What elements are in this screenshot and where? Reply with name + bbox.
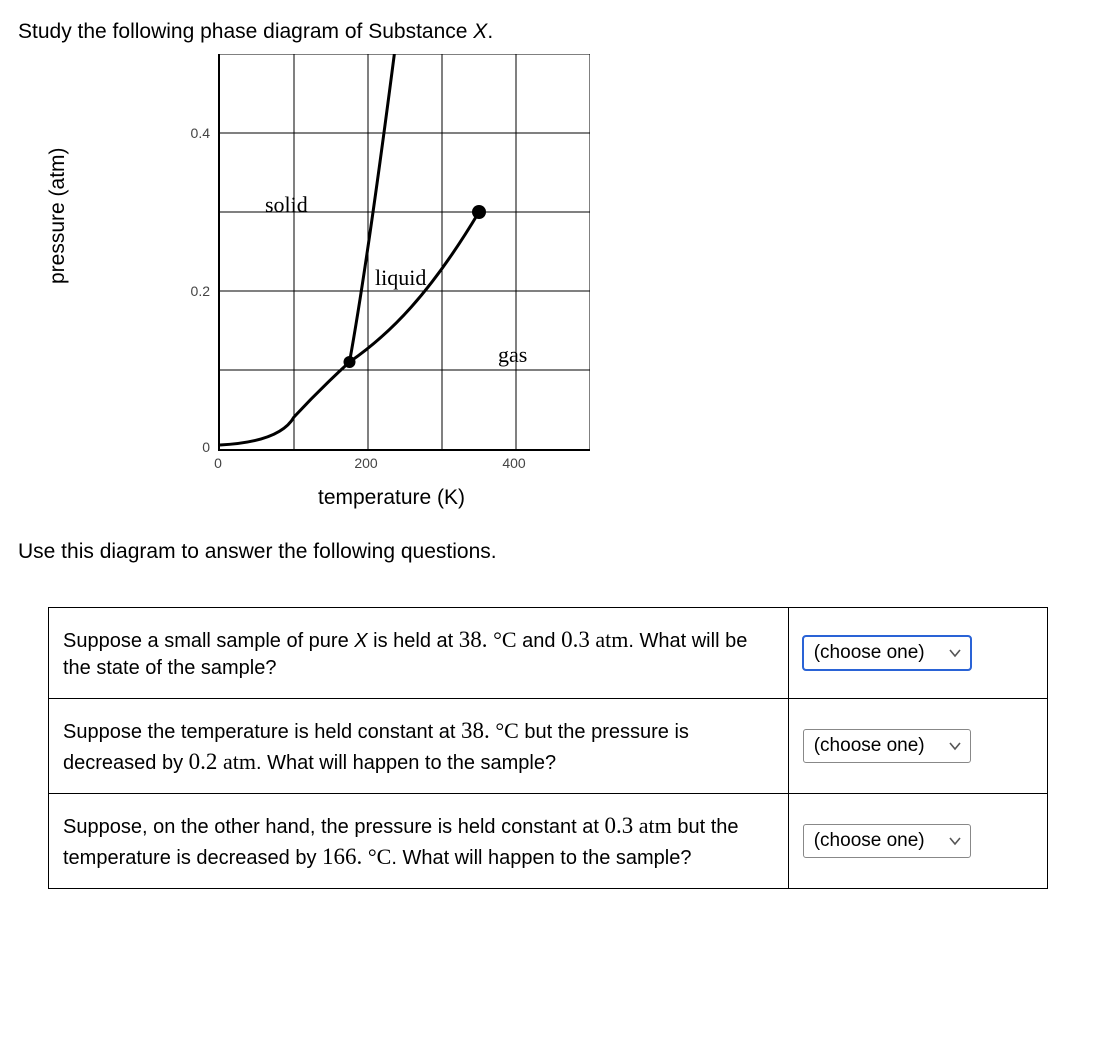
answer-dropdown-1[interactable]: (choose one)	[803, 636, 971, 670]
intro-text: Study the following phase diagram of Sub…	[18, 18, 1080, 46]
question-table: Suppose a small sample of pure X is held…	[48, 607, 1048, 889]
dropdown-label: (choose one)	[814, 828, 925, 854]
critical-point	[472, 205, 486, 219]
answer-cell-3: (choose one)	[788, 793, 1047, 888]
y-tick-1: 0.2	[180, 282, 210, 301]
y-axis-label: pressure (atm)	[44, 148, 72, 285]
x-axis-label: temperature (K)	[318, 484, 465, 512]
question-text-1: Suppose a small sample of pure X is held…	[49, 607, 789, 698]
dropdown-label: (choose one)	[814, 640, 925, 666]
dropdown-label: (choose one)	[814, 733, 925, 759]
triple-point	[344, 356, 356, 368]
answer-cell-2: (choose one)	[788, 698, 1047, 793]
table-row: Suppose, on the other hand, the pressure…	[49, 793, 1048, 888]
phase-diagram: pressure (atm) 0 0.2 0.4 0 200 400	[58, 54, 658, 514]
chevron-down-icon	[948, 834, 962, 848]
y-tick-2: 0.4	[180, 124, 210, 143]
intro-prefix: Study the following phase diagram of Sub…	[18, 20, 473, 43]
table-row: Suppose a small sample of pure X is held…	[49, 607, 1048, 698]
grid	[220, 54, 590, 449]
intro-subject: X	[473, 20, 487, 43]
x-tick-0: 0	[203, 454, 233, 473]
region-solid-label: solid	[265, 192, 308, 217]
answer-cell-1: (choose one)	[788, 607, 1047, 698]
chevron-down-icon	[948, 739, 962, 753]
mid-text: Use this diagram to answer the following…	[18, 538, 1080, 566]
x-tick-1: 200	[351, 454, 381, 473]
question-text-3: Suppose, on the other hand, the pressure…	[49, 793, 789, 888]
plot-area: solid liquid gas	[218, 54, 590, 451]
answer-dropdown-3[interactable]: (choose one)	[803, 824, 971, 858]
table-row: Suppose the temperature is held constant…	[49, 698, 1048, 793]
region-gas-label: gas	[498, 342, 527, 367]
answer-dropdown-2[interactable]: (choose one)	[803, 729, 971, 763]
plot-svg: solid liquid gas	[220, 54, 590, 449]
region-liquid-label: liquid	[375, 265, 426, 290]
chevron-down-icon	[948, 646, 962, 660]
solid-gas-boundary	[220, 362, 350, 445]
question-text-2: Suppose the temperature is held constant…	[49, 698, 789, 793]
solid-liquid-boundary	[350, 54, 396, 362]
intro-suffix: .	[487, 20, 493, 43]
x-tick-2: 400	[499, 454, 529, 473]
